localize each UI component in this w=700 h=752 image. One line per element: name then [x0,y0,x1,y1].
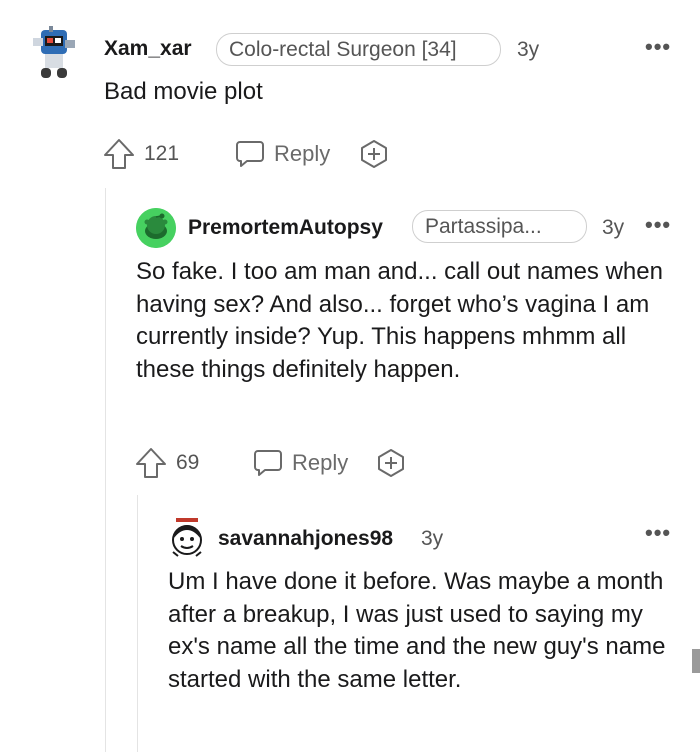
comment-body: Bad movie plot [104,78,263,105]
more-options-icon[interactable]: ••• [645,212,671,238]
username[interactable]: Xam_xar [104,37,192,61]
scrollbar-thumb[interactable] [692,649,700,673]
vote-count: 69 [176,451,200,474]
thread-line-level-1[interactable] [105,188,106,752]
upvote-icon [102,137,136,171]
reply-label: Reply [292,450,349,475]
award-button[interactable] [358,138,390,170]
avatar[interactable] [136,208,176,248]
reply-button[interactable]: Reply [252,447,348,479]
avatar[interactable] [168,516,206,558]
award-button[interactable] [375,447,407,479]
award-plus-icon [375,447,407,479]
upvote-icon [134,446,168,480]
comment-age: 3y [517,38,540,61]
thread-line-level-2[interactable] [137,495,138,752]
upvote-button[interactable]: 69 [134,446,199,480]
comment-body: Um I have done it before. Was maybe a mo… [168,568,666,693]
more-options-icon[interactable]: ••• [645,34,671,60]
user-flair: Colo-rectal Surgeon [34] [216,33,501,66]
reply-button[interactable]: Reply [234,138,330,170]
award-plus-icon [358,138,390,170]
upvote-button[interactable]: 121 [102,137,179,171]
comment-age: 3y [421,527,444,550]
comment-bubble-icon [252,447,284,479]
more-options-icon[interactable]: ••• [645,520,671,546]
comment-bubble-icon [234,138,266,170]
username[interactable]: savannahjones98 [218,527,393,551]
avatar[interactable] [27,24,79,80]
reply-label: Reply [274,141,331,166]
comment-age: 3y [602,216,625,239]
user-flair: Partassipa... [412,210,587,243]
username[interactable]: PremortemAutopsy [188,216,383,240]
vote-count: 121 [144,142,180,165]
comment-body: So fake. I too am man and... call out na… [136,258,663,383]
